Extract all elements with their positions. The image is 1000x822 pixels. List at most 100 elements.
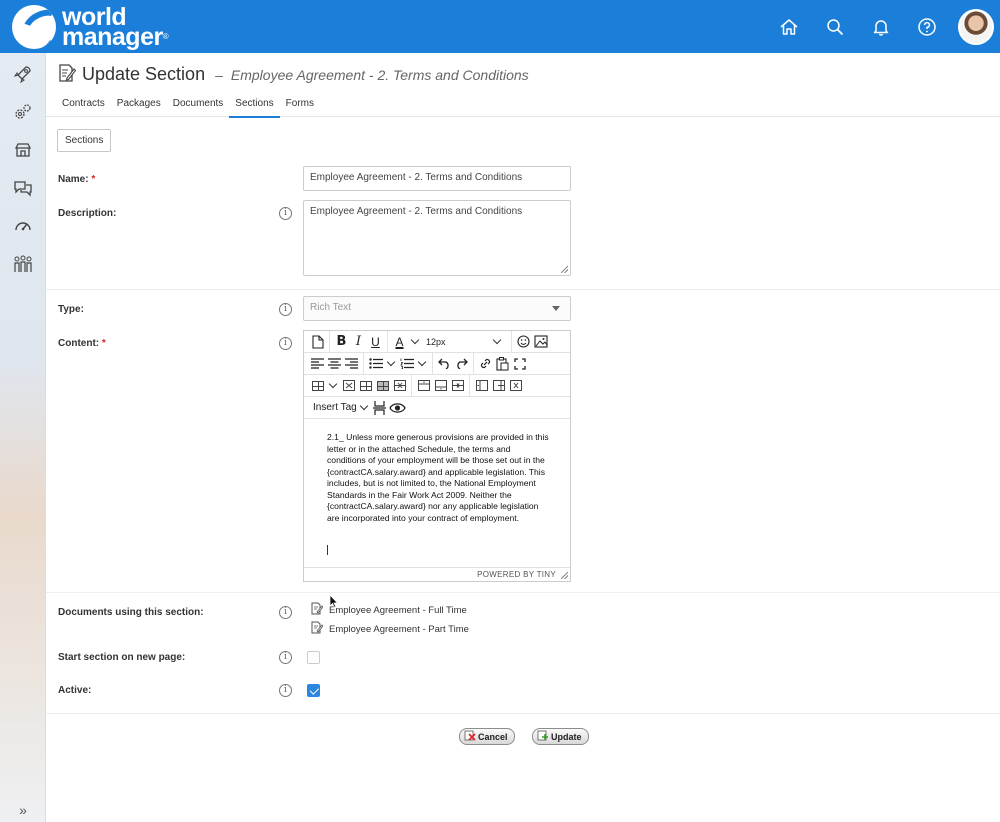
rocket-icon[interactable] [0,55,46,93]
edit-document-icon [58,63,77,86]
divider [46,713,1000,714]
new-page-checkbox[interactable] [307,651,320,664]
align-right-icon[interactable] [343,355,360,373]
chevron-down-icon[interactable] [359,401,368,411]
editor-toolbar-row-3 [304,374,570,397]
emoji-icon[interactable] [515,333,532,351]
undo-icon[interactable] [436,355,453,373]
cancel-button[interactable]: Cancel [459,728,515,745]
description-info-icon[interactable]: i [279,207,292,220]
editor-toolbar-row-1: B I U A 12px [304,330,570,353]
new-page-label: Start section on new page: [58,652,186,663]
redo-icon[interactable] [453,355,470,373]
new-document-icon[interactable] [309,333,326,351]
type-select-value: Rich Text [310,302,351,313]
page-header: Update Section – Employee Agreement - 2. … [46,53,1000,118]
insert-col-before-icon[interactable] [473,377,490,395]
world-manager-logo[interactable]: world manager® [12,5,202,50]
user-avatar[interactable] [958,8,994,45]
link-icon[interactable] [477,355,494,373]
editor-content[interactable]: 2.1_ Unless more generous provisions are… [327,432,549,524]
active-label: Active: [58,685,92,696]
mouse-pointer-icon [329,593,339,611]
type-info-icon[interactable]: i [279,303,292,316]
font-size-select[interactable]: 12px [422,335,508,347]
cell-props-icon[interactable] [357,377,374,395]
registered-mark: ® [162,32,169,41]
content-label: Content: * [58,338,106,349]
numbered-list-icon[interactable] [398,355,415,373]
description-textarea[interactable]: Employee Agreement - 2. Terms and Condit… [303,200,571,276]
document-link[interactable]: Employee Agreement - Part Time [311,621,469,637]
fullscreen-icon[interactable] [511,355,528,373]
chevron-down-icon[interactable] [328,379,338,389]
active-info-icon[interactable]: i [279,684,292,697]
table-icon[interactable] [309,377,326,395]
help-icon[interactable] [904,0,950,53]
powered-by-tiny[interactable]: POWERED BY TINY [477,570,556,579]
sidebar-expand-button[interactable]: » [0,802,46,818]
chevron-down-icon[interactable] [410,335,420,345]
bell-icon[interactable] [858,0,904,53]
dropdown-caret-icon [552,306,560,311]
top-bar: world manager® [0,0,1000,53]
type-select[interactable]: Rich Text [303,296,571,321]
editor-status-bar: POWERED BY TINY [304,567,570,581]
active-checkbox[interactable] [307,684,320,697]
delete-col-icon[interactable] [507,377,524,395]
speedometer-icon[interactable] [0,207,46,245]
home-icon[interactable] [766,0,812,53]
documents-info-icon[interactable]: i [279,606,292,619]
sidebar: » [0,53,46,822]
insert-tag-button[interactable]: Insert Tag [309,399,361,417]
tab-forms[interactable]: Forms [280,97,320,118]
document-name: Employee Agreement - Part Time [329,623,469,635]
new-page-info-icon[interactable]: i [279,651,292,664]
paste-icon[interactable] [494,355,511,373]
content-info-icon[interactable]: i [279,337,292,350]
preview-eye-icon[interactable] [388,399,407,417]
insert-row-before-icon[interactable] [415,377,432,395]
delete-row-2-icon[interactable] [449,377,466,395]
align-center-icon[interactable] [326,355,343,373]
font-color-button[interactable]: A [391,333,408,351]
bullet-list-icon[interactable] [367,355,384,373]
bold-button[interactable]: B [333,333,350,351]
required-mark: * [91,174,96,185]
italic-button[interactable]: I [350,333,367,351]
name-input[interactable]: Employee Agreement - 2. Terms and Condit… [303,166,571,191]
align-left-icon[interactable] [309,355,326,373]
people-icon[interactable] [0,245,46,283]
tab-sections[interactable]: Sections [229,97,280,118]
chat-icon[interactable] [0,169,46,207]
insert-col-after-icon[interactable] [490,377,507,395]
tab-documents[interactable]: Documents [167,97,230,118]
textarea-resize-handle[interactable] [561,266,568,273]
edit-document-icon [311,602,324,618]
description-value: Employee Agreement - 2. Terms and Condit… [310,206,523,217]
update-button[interactable]: Update [532,728,589,745]
image-icon[interactable] [532,333,549,351]
insert-row-after-icon[interactable] [432,377,449,395]
page-subtitle: – Employee Agreement - 2. Terms and Condi… [215,67,529,83]
logo-text: world manager® [62,5,169,50]
logo-line-2: manager [62,23,163,51]
underline-button[interactable]: U [367,333,384,351]
store-icon[interactable] [0,131,46,169]
editor-toolbar-row-4: Insert Tag [304,397,570,419]
section-tabs: Contracts Packages Documents Sections Fo… [56,97,320,118]
editor-resize-handle[interactable] [561,572,568,579]
delete-table-icon[interactable] [340,377,357,395]
delete-row-icon[interactable] [391,377,408,395]
row-props-icon[interactable] [374,377,391,395]
page-subtitle-text: Employee Agreement - 2. Terms and Condit… [230,66,529,83]
tab-contracts[interactable]: Contracts [56,97,111,118]
chevron-down-icon[interactable] [417,357,427,367]
page-break-icon[interactable] [371,399,388,417]
tab-packages[interactable]: Packages [111,97,167,118]
gears-icon[interactable] [0,93,46,131]
search-icon[interactable] [812,0,858,53]
chevron-down-icon[interactable] [386,357,396,367]
name-label: Name: * [58,174,95,185]
sections-button[interactable]: Sections [57,129,112,152]
